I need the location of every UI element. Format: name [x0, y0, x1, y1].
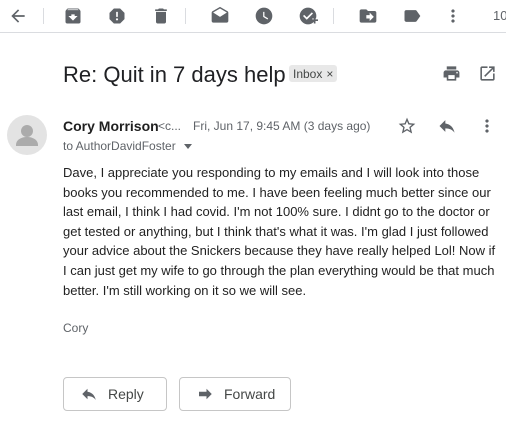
- sender-email[interactable]: <c...: [158, 119, 181, 133]
- reply-icon[interactable]: [435, 114, 459, 138]
- recipients-line[interactable]: to AuthorDavidFoster: [63, 139, 192, 153]
- inbox-label-chip[interactable]: Inbox ×: [289, 65, 338, 82]
- message-toolbar: 10: [0, 0, 506, 33]
- label-chip-text: Inbox: [293, 66, 323, 81]
- toolbar-divider: [185, 8, 186, 24]
- open-in-new-window-icon[interactable]: [476, 62, 498, 84]
- recipients-text: to AuthorDavidFoster: [63, 139, 176, 153]
- snooze-icon[interactable]: [251, 3, 277, 29]
- email-signature: Cory: [63, 321, 89, 335]
- forward-arrow-icon: [199, 388, 212, 400]
- message-date: Fri, Jun 17, 9:45 AM (3 days ago): [193, 119, 371, 133]
- add-task-icon[interactable]: [295, 3, 321, 29]
- show-details-caret-icon[interactable]: [183, 143, 192, 149]
- email-body: Dave, I appreciate you responding to my …: [63, 165, 496, 298]
- mark-unread-icon[interactable]: [207, 3, 233, 29]
- more-vert-icon[interactable]: [440, 3, 466, 29]
- default-avatar-icon: [16, 125, 38, 146]
- report-spam-icon[interactable]: [104, 3, 130, 29]
- forward-button-label: Forward: [224, 386, 276, 402]
- reply-button[interactable]: Reply: [63, 377, 167, 411]
- email-subject: Re: Quit in 7 days help: [63, 62, 286, 87]
- move-to-icon[interactable]: [355, 3, 381, 29]
- forward-button[interactable]: Forward: [179, 377, 291, 411]
- remove-label-icon[interactable]: ×: [326, 67, 333, 81]
- more-options-icon[interactable]: [475, 114, 499, 138]
- pagination-count: 10: [493, 8, 506, 23]
- sender-name[interactable]: Cory Morrison: [63, 118, 159, 134]
- reply-button-label: Reply: [108, 386, 144, 402]
- sender-avatar[interactable]: [7, 115, 47, 155]
- back-arrow-icon[interactable]: [5, 3, 31, 29]
- trash-icon[interactable]: [148, 3, 174, 29]
- star-icon[interactable]: [395, 114, 419, 138]
- toolbar-divider: [43, 8, 44, 24]
- toolbar-divider: [333, 8, 334, 24]
- print-icon[interactable]: [440, 62, 462, 84]
- archive-icon[interactable]: [60, 3, 86, 29]
- reply-arrow-icon: [82, 388, 96, 400]
- labels-icon[interactable]: [399, 3, 425, 29]
